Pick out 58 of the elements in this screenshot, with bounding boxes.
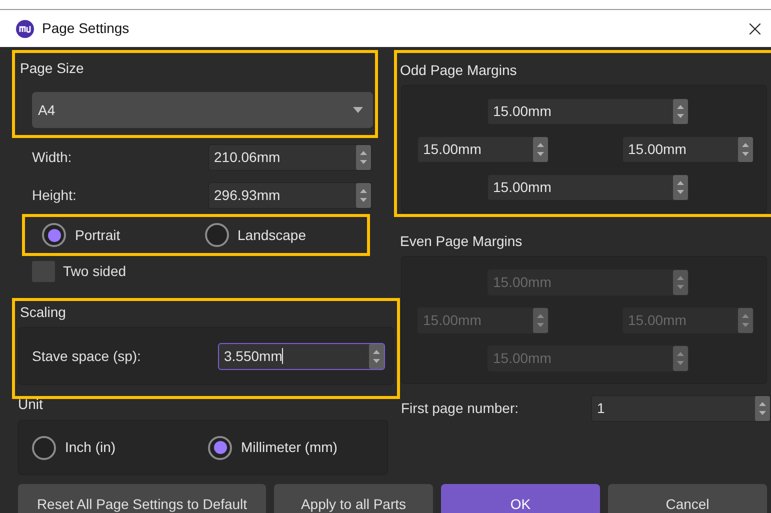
spin-value: 15.00mm [492, 102, 552, 120]
spin-value: 15.00mm [422, 140, 482, 158]
radio-button[interactable] [204, 223, 228, 247]
group-title: Even Page Margins [399, 232, 524, 251]
field-label: Height: [32, 186, 76, 205]
checkbox[interactable] [32, 260, 55, 282]
spin-value: 1 [596, 398, 606, 418]
spin-value: 15.00mm [627, 310, 688, 330]
dialog-button[interactable]: Reset All Page Settings to Default [18, 484, 266, 513]
app-logo-icon [16, 20, 34, 38]
spin-box[interactable]: 15.00mm [487, 174, 689, 200]
radio-button[interactable] [208, 436, 232, 460]
radio-button[interactable] [42, 223, 66, 247]
spin-box[interactable]: 3.550mm [218, 342, 385, 370]
field-label: First page number: [401, 398, 518, 418]
group-title: Page Size [19, 59, 85, 78]
stepper-icon[interactable] [738, 308, 753, 332]
radio-label: Millimeter (mm) [241, 438, 338, 457]
spin-value: 210.06mm [213, 148, 282, 166]
spin-value: 15.00mm [422, 310, 482, 330]
stepper-icon[interactable] [533, 308, 548, 332]
stepper-icon[interactable] [755, 396, 770, 420]
spin-value: 15.00mm [627, 140, 688, 158]
spin-box[interactable]: 15.00mm [417, 136, 549, 162]
spin-box[interactable]: 296.93mm [208, 182, 372, 208]
spin-value: 15.00mm [492, 178, 552, 196]
stepper-icon[interactable] [673, 174, 688, 200]
spin-value: 296.93mm [213, 186, 282, 204]
stepper-icon[interactable] [673, 346, 688, 370]
spin-box[interactable]: 15.00mm [487, 98, 689, 124]
stepper-icon[interactable] [533, 136, 548, 162]
group-title: Odd Page Margins [399, 61, 518, 80]
checkbox-label: Two sided [63, 262, 126, 280]
stepper-icon[interactable] [356, 182, 371, 208]
stepper-icon[interactable] [369, 344, 384, 368]
radio-label: Landscape [238, 226, 306, 245]
field-label: Width: [32, 148, 72, 166]
field-label: Stave space (sp): [32, 346, 141, 366]
radio-button[interactable] [32, 436, 56, 460]
spin-box[interactable]: 210.06mm [208, 144, 372, 170]
spin-box[interactable]: 1 [591, 394, 771, 422]
stepper-icon[interactable] [673, 98, 688, 124]
radio-label: Portrait [75, 226, 120, 244]
spin-box[interactable]: 15.00mm [622, 136, 754, 162]
stepper-icon[interactable] [356, 144, 371, 170]
spin-value: 15.00mm [492, 348, 552, 368]
stepper-icon[interactable] [738, 136, 753, 162]
window-title: Page Settings [42, 19, 130, 38]
radio-label: Inch (in) [65, 438, 116, 457]
page-size-dropdown[interactable]: A4 [32, 92, 373, 128]
ok-button[interactable]: OK [441, 484, 600, 513]
spin-value: 15.00mm [492, 272, 552, 292]
spin-value: 3.550mm [223, 346, 284, 366]
group-title: Scaling [19, 303, 67, 322]
dialog-button[interactable]: Apply to all Parts [274, 484, 433, 513]
dialog-button[interactable]: Cancel [608, 484, 767, 513]
dropdown-caret-icon [353, 107, 363, 113]
group-title: Unit [17, 396, 44, 412]
